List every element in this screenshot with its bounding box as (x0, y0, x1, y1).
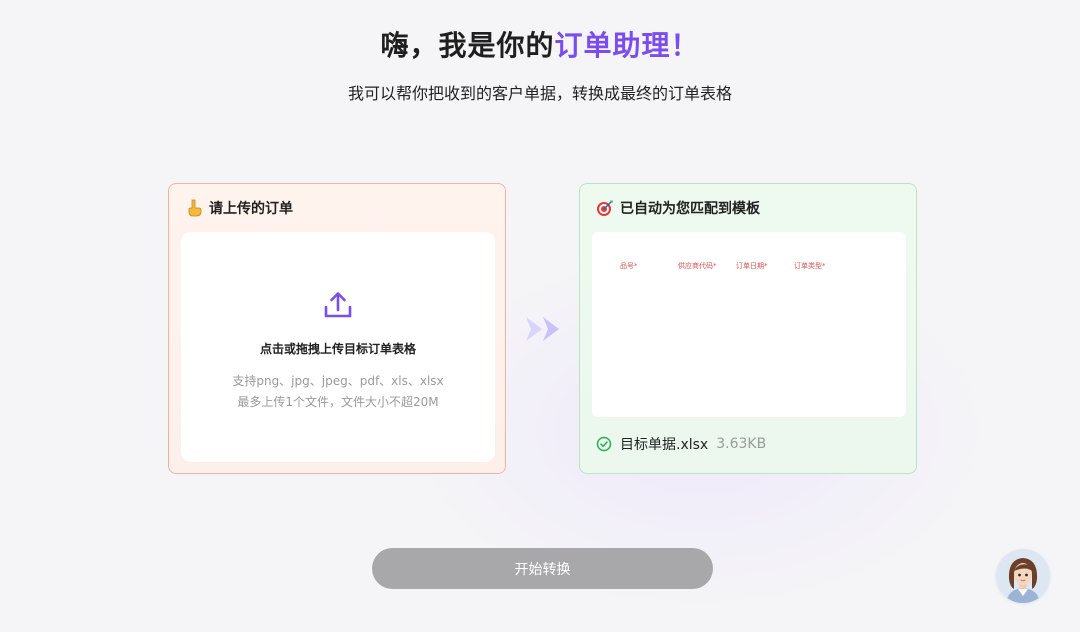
title-prefix: 嗨，我是你的 (380, 29, 555, 62)
template-preview[interactable]: 品号* 供应商代码* 订单日期* 订单类型* (592, 232, 906, 417)
upload-panel-title: 请上传的订单 (209, 201, 293, 217)
target-icon (596, 199, 614, 217)
pointing-down-icon (185, 199, 203, 217)
template-panel-title: 已自动为您匹配到模板 (620, 201, 760, 217)
order-assistant-page: 嗨，我是你的订单助理！ 我可以帮你把收到的客户单据，转换成最终的订单表格 请上传… (0, 0, 1080, 632)
double-chevron-right-icon (526, 317, 559, 341)
page-subtitle: 我可以帮你把收到的客户单据，转换成最终的订单表格 (347, 84, 732, 103)
template-panel: 已自动为您匹配到模板 品号* 供应商代码* 订单日期* 订单类型* 目标单据.x… (579, 183, 917, 474)
column-header: 订单类型* (794, 262, 826, 270)
upload-icon (324, 292, 352, 318)
upload-dropzone[interactable]: 点击或拖拽上传目标订单表格 支持png、jpg、jpeg、pdf、xls、xls… (181, 232, 495, 462)
column-header: 供应商代码* (678, 262, 717, 270)
page-title: 嗨，我是你的订单助理！ (0, 24, 1080, 64)
assistant-avatar[interactable] (996, 549, 1050, 603)
upload-panel: 请上传的订单 点击或拖拽上传目标订单表格 支持png、jpg、jpeg、pdf、… (168, 183, 506, 474)
check-circle-icon (596, 436, 612, 452)
start-convert-button[interactable]: 开始转换 (372, 548, 713, 589)
template-file-size: 3.63KB (716, 436, 767, 452)
template-file-name: 目标单据.xlsx (620, 437, 709, 453)
upload-instruction: 点击或拖拽上传目标订单表格 (259, 342, 416, 356)
title-accent: 订单助理！ (554, 29, 700, 62)
upload-formats-hint: 支持png、jpg、jpeg、pdf、xls、xlsx (232, 374, 444, 388)
upload-limit-hint: 最多上传1个文件，文件大小不超20M (237, 395, 439, 409)
column-header: 订单日期* (736, 262, 768, 270)
template-panel-header: 已自动为您匹配到模板 (596, 198, 760, 218)
upload-panel-header: 请上传的订单 (185, 198, 293, 218)
column-header: 品号* (620, 262, 638, 270)
template-file-row[interactable]: 目标单据.xlsx 3.63KB (596, 434, 766, 454)
